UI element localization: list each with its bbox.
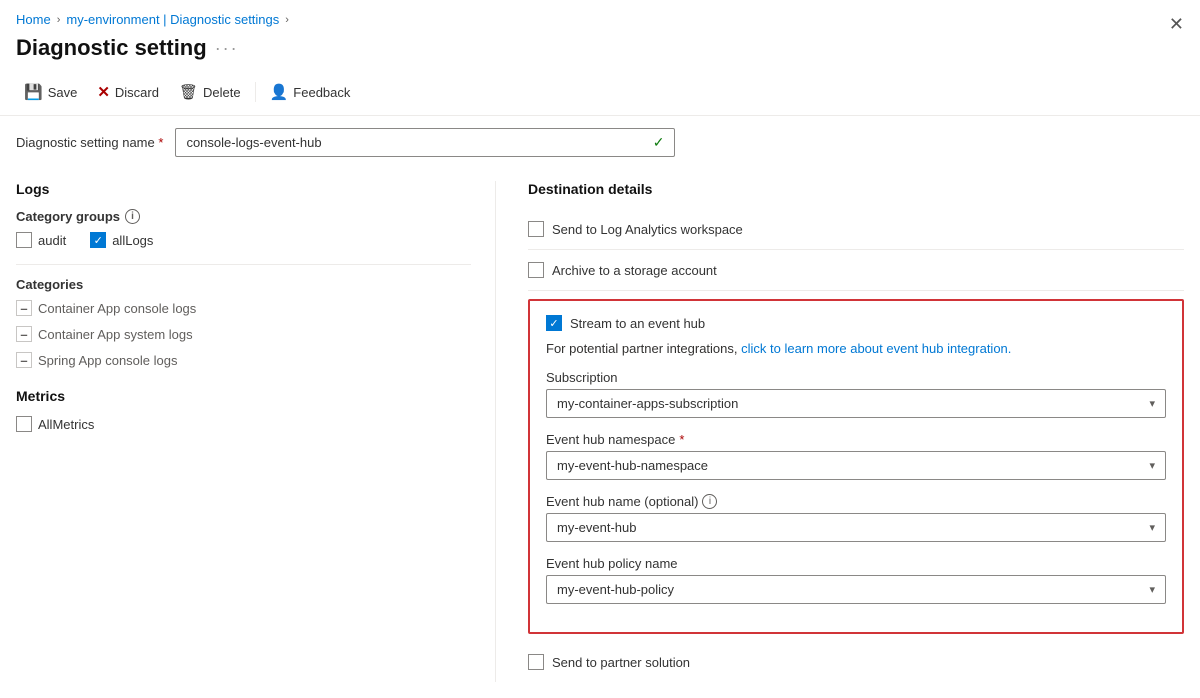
all-metrics-checkbox[interactable] — [16, 416, 32, 432]
list-item: Spring App console logs — [16, 352, 471, 368]
namespace-field: Event hub namespace * my-event-hub-names… — [546, 432, 1166, 480]
feedback-icon: 👤 — [270, 83, 289, 101]
category-label-1: Container App system logs — [38, 327, 193, 342]
right-panel: Destination details Send to Log Analytic… — [496, 181, 1184, 682]
policy-chevron-down-icon: ▾ — [1149, 583, 1155, 596]
policy-value: my-event-hub-policy — [557, 582, 674, 597]
category-label-0: Container App console logs — [38, 301, 196, 316]
category-checkbox-0[interactable] — [16, 300, 32, 316]
alllogs-checkbox-item[interactable]: allLogs — [90, 232, 153, 248]
namespace-chevron-down-icon: ▾ — [1149, 459, 1155, 472]
hub-name-value: my-event-hub — [557, 520, 636, 535]
event-hub-checkbox[interactable] — [546, 315, 562, 331]
category-label-2: Spring App console logs — [38, 353, 177, 368]
partner-integration-text: For potential partner integrations, clic… — [546, 341, 1166, 356]
audit-checkbox-item[interactable]: audit — [16, 232, 66, 248]
list-item: Container App system logs — [16, 326, 471, 342]
toolbar-divider — [255, 82, 256, 102]
delete-label: Delete — [203, 85, 241, 100]
subscription-value: my-container-apps-subscription — [557, 396, 738, 411]
partner-link[interactable]: click to learn more about event hub inte… — [741, 341, 1011, 356]
destination-title: Destination details — [528, 181, 1184, 197]
policy-field: Event hub policy name my-event-hub-polic… — [546, 556, 1166, 604]
setting-name-row: Diagnostic setting name * console-logs-e… — [0, 116, 1200, 165]
delete-button[interactable]: 🗑 Delete — [171, 79, 249, 105]
subscription-label: Subscription — [546, 370, 1166, 385]
storage-label: Archive to a storage account — [552, 263, 717, 278]
hub-name-info-icon[interactable]: i — [702, 494, 717, 509]
storage-option: Archive to a storage account — [528, 250, 1184, 291]
category-checkbox-1[interactable] — [16, 326, 32, 342]
metrics-section-title: Metrics — [16, 388, 471, 404]
subscription-dropdown[interactable]: my-container-apps-subscription ▾ — [546, 389, 1166, 418]
audit-label: audit — [38, 233, 66, 248]
valid-icon: ✓ — [653, 134, 665, 151]
main-content: Logs Category groups i audit allLogs Cat… — [0, 165, 1200, 698]
all-metrics-label: AllMetrics — [38, 417, 94, 432]
setting-name-label: Diagnostic setting name * — [16, 135, 163, 150]
left-panel: Logs Category groups i audit allLogs Cat… — [16, 181, 496, 682]
discard-button[interactable]: ✕ Discard — [89, 79, 167, 105]
categories-list: Container App console logs Container App… — [16, 300, 471, 368]
save-icon: 💾 — [24, 83, 43, 101]
discard-icon: ✕ — [97, 83, 110, 101]
hub-name-label: Event hub name (optional) i — [546, 494, 1166, 509]
close-button[interactable]: ✕ — [1169, 14, 1184, 35]
alllogs-label: allLogs — [112, 233, 153, 248]
hub-name-dropdown[interactable]: my-event-hub ▾ — [546, 513, 1166, 542]
namespace-label: Event hub namespace * — [546, 432, 1166, 447]
audit-checkbox[interactable] — [16, 232, 32, 248]
policy-label: Event hub policy name — [546, 556, 1166, 571]
list-item: Container App console logs — [16, 300, 471, 316]
breadcrumb-sep1: › — [57, 14, 61, 26]
partner-solution-option: Send to partner solution — [528, 642, 1184, 682]
policy-dropdown[interactable]: my-event-hub-policy ▾ — [546, 575, 1166, 604]
subscription-chevron-down-icon: ▾ — [1149, 397, 1155, 410]
discard-label: Discard — [115, 85, 159, 100]
breadcrumb-home[interactable]: Home — [16, 12, 51, 27]
delete-icon: 🗑 — [179, 83, 198, 101]
page-title-dots[interactable]: ··· — [215, 38, 239, 59]
log-analytics-option: Send to Log Analytics workspace — [528, 209, 1184, 250]
hub-name-chevron-down-icon: ▾ — [1149, 521, 1155, 534]
page-title: Diagnostic setting — [16, 35, 207, 61]
namespace-dropdown[interactable]: my-event-hub-namespace ▾ — [546, 451, 1166, 480]
event-hub-label: Stream to an event hub — [570, 316, 705, 331]
category-groups-checkboxes: audit allLogs — [16, 232, 471, 248]
event-hub-section: Stream to an event hub For potential par… — [528, 299, 1184, 634]
toolbar: 💾 Save ✕ Discard 🗑 Delete 👤 Feedback — [0, 73, 1200, 116]
categories-title: Categories — [16, 277, 471, 292]
subscription-field: Subscription my-container-apps-subscript… — [546, 370, 1166, 418]
hub-name-field: Event hub name (optional) i my-event-hub… — [546, 494, 1166, 542]
category-groups-info-icon[interactable]: i — [125, 209, 140, 224]
all-metrics-checkbox-item[interactable]: AllMetrics — [16, 416, 471, 432]
setting-name-input[interactable]: console-logs-event-hub ✓ — [175, 128, 675, 157]
logs-section-title: Logs — [16, 181, 471, 197]
partner-solution-label: Send to partner solution — [552, 655, 690, 670]
storage-checkbox[interactable] — [528, 262, 544, 278]
save-label: Save — [48, 85, 78, 100]
breadcrumb-env[interactable]: my-environment | Diagnostic settings — [66, 12, 279, 27]
feedback-button[interactable]: 👤 Feedback — [262, 79, 359, 105]
event-hub-header: Stream to an event hub — [546, 315, 1166, 331]
metrics-section: Metrics AllMetrics — [16, 388, 471, 432]
setting-name-value: console-logs-event-hub — [186, 135, 321, 150]
log-analytics-checkbox[interactable] — [528, 221, 544, 237]
logs-separator — [16, 264, 471, 265]
breadcrumb: Home › my-environment | Diagnostic setti… — [0, 0, 1200, 31]
partner-solution-checkbox[interactable] — [528, 654, 544, 670]
log-analytics-label: Send to Log Analytics workspace — [552, 222, 743, 237]
page-title-row: Diagnostic setting ··· — [0, 31, 1200, 73]
namespace-value: my-event-hub-namespace — [557, 458, 708, 473]
breadcrumb-sep2: › — [285, 14, 289, 26]
page-container: ✕ Home › my-environment | Diagnostic set… — [0, 0, 1200, 698]
category-groups-title: Category groups i — [16, 209, 471, 224]
namespace-required-star: * — [679, 432, 684, 447]
alllogs-checkbox[interactable] — [90, 232, 106, 248]
required-star: * — [158, 135, 163, 150]
feedback-label: Feedback — [293, 85, 350, 100]
save-button[interactable]: 💾 Save — [16, 79, 85, 105]
category-checkbox-2[interactable] — [16, 352, 32, 368]
